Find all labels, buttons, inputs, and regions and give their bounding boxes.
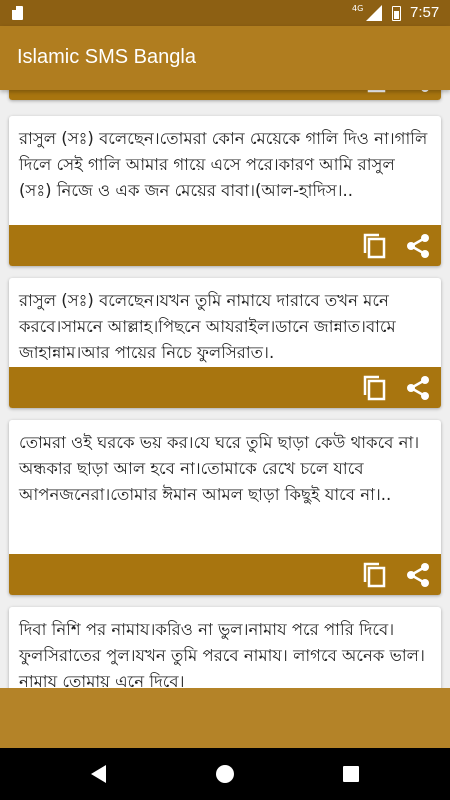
battery-icon (392, 6, 401, 21)
copy-icon[interactable] (362, 374, 388, 402)
app-title: Islamic SMS Bangla (17, 46, 196, 68)
share-icon[interactable] (405, 562, 431, 588)
card-action-bar (9, 90, 441, 100)
share-icon[interactable] (405, 375, 431, 401)
navigation-bar (0, 748, 450, 800)
sms-text: তোমরা ওই ঘরকে ভয় কর।যে ঘরে তুমি ছাড়া ক… (19, 433, 420, 504)
sms-text: রাসুল (সঃ) বলেছেন।তোমরা কোন মেয়েকে গালি… (19, 129, 428, 200)
signal-icon (366, 5, 382, 21)
sms-card (9, 90, 441, 100)
home-icon[interactable] (213, 762, 237, 786)
copy-icon[interactable] (362, 232, 388, 260)
sms-text: রাসুল (সঃ) বলেছেন।যখন তুমি নামাযে দারাবে… (19, 291, 396, 362)
sms-card: রাসুল (সঃ) বলেছেন।যখন তুমি নামাযে দারাবে… (9, 278, 441, 408)
network-type: 4G (352, 4, 364, 13)
share-icon[interactable] (405, 90, 431, 93)
sms-card: তোমরা ওই ঘরকে ভয় কর।যে ঘরে তুমি ছাড়া ক… (9, 420, 441, 595)
recents-icon[interactable] (339, 762, 363, 786)
app-bar: Islamic SMS Bangla (0, 26, 450, 90)
bottom-banner-area (0, 688, 450, 748)
sms-card: দিবা নিশি পর নামায।করিও না ভুল।নামায পরে… (9, 607, 441, 688)
card-action-bar (9, 225, 441, 266)
copy-icon[interactable] (362, 561, 388, 589)
sms-list[interactable]: রাসুল (সঃ) বলেছেন।তোমরা কোন মেয়েকে গালি… (0, 90, 450, 688)
sms-text: দিবা নিশি পর নামায।করিও না ভুল।নামায পরে… (19, 620, 425, 688)
sd-card-icon (12, 6, 23, 20)
share-icon[interactable] (405, 233, 431, 259)
card-action-bar (9, 367, 441, 408)
sms-card: রাসুল (সঃ) বলেছেন।তোমরা কোন মেয়েকে গালি… (9, 116, 441, 266)
card-action-bar (9, 554, 441, 595)
status-bar: 4G 7:57 (0, 0, 450, 26)
back-icon[interactable] (87, 762, 111, 786)
copy-icon[interactable] (362, 90, 388, 94)
status-time: 7:57 (410, 4, 440, 21)
